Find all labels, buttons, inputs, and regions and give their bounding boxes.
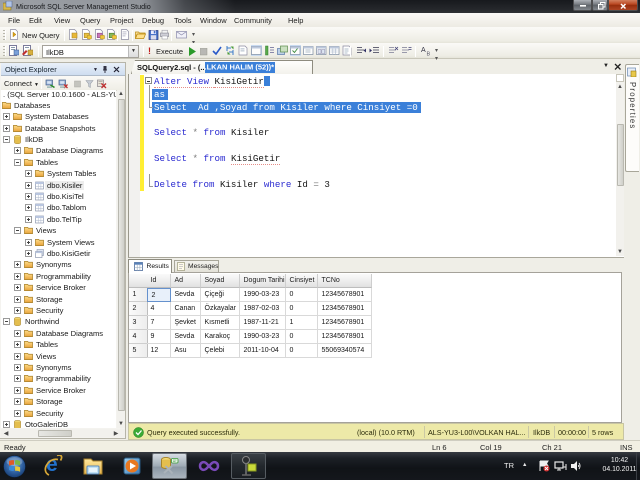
- svg-text:A: A: [421, 47, 426, 54]
- svg-text:B: B: [427, 52, 431, 57]
